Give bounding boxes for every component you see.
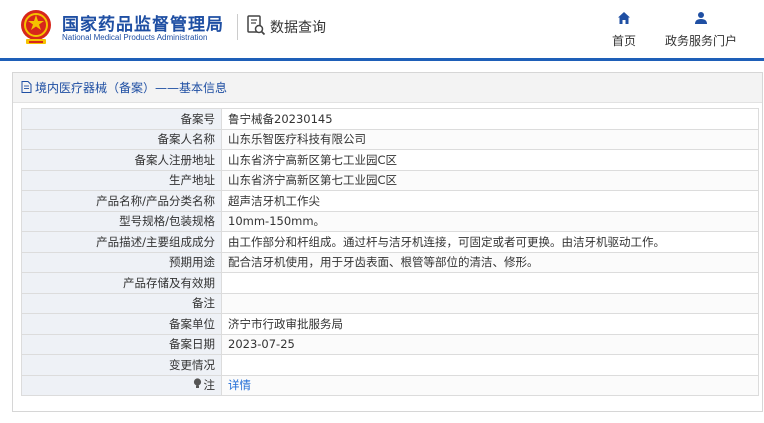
field-label: 生产地址 (21, 169, 222, 191)
record-info-table: 备案号 鲁宁械备20230145 备案人名称 山东乐智医疗科技有限公司 备案人注… (21, 108, 759, 396)
info-bulb-icon (193, 378, 202, 392)
header-divider (237, 14, 238, 40)
table-row: 备案人注册地址 山东省济宁高新区第七工业园C区 (21, 149, 759, 171)
field-label: 型号规格/包装规格 (21, 210, 222, 232)
field-label: 产品存储及有效期 (21, 272, 222, 294)
field-value (221, 272, 759, 294)
note-label-text: 注 (203, 378, 216, 393)
note-row: 注 详情 (21, 374, 759, 396)
field-value: 山东省济宁高新区第七工业园C区 (221, 149, 759, 171)
table-row: 备案单位 济宁市行政审批服务局 (21, 313, 759, 335)
field-value: 山东乐智医疗科技有限公司 (221, 128, 759, 150)
field-value (221, 354, 759, 376)
header-accent-line (0, 58, 764, 61)
field-value (221, 292, 759, 314)
table-row: 生产地址 山东省济宁高新区第七工业园C区 (21, 169, 759, 191)
field-value: 配合洁牙机使用，用于牙齿表面、根管等部位的清洁、修形。 (221, 251, 759, 273)
record-detail-panel: 境内医疗器械（备案）——基本信息 备案号 鲁宁械备20230145 备案人名称 … (12, 72, 763, 412)
table-row: 备案人名称 山东乐智医疗科技有限公司 (21, 128, 759, 150)
field-label: 备案日期 (21, 333, 222, 355)
field-label: 产品描述/主要组成成分 (21, 231, 222, 253)
table-row: 型号规格/包装规格 10mm-150mm。 (21, 210, 759, 232)
note-label-cell: 注 (21, 374, 222, 396)
field-label: 备案单位 (21, 313, 222, 335)
table-row: 备注 (21, 292, 759, 314)
nav-home[interactable]: 首页 (607, 10, 641, 49)
search-document-icon (246, 14, 266, 40)
user-icon (694, 10, 708, 29)
national-emblem-logo (18, 8, 54, 46)
table-row: 备案日期 2023-07-25 (21, 333, 759, 355)
field-label: 预期用途 (21, 251, 222, 273)
details-link[interactable]: 详情 (228, 378, 251, 392)
field-label: 备案号 (21, 108, 222, 130)
site-header: 国家药品监督管理局 National Medical Products Admi… (0, 0, 764, 58)
home-icon (617, 10, 631, 29)
table-row: 变更情况 (21, 354, 759, 376)
table-row: 产品存储及有效期 (21, 272, 759, 294)
field-value: 2023-07-25 (221, 333, 759, 355)
field-value: 由工作部分和杆组成。通过杆与洁牙机连接，可固定或者可更换。由洁牙机驱动工作。 (221, 231, 759, 253)
note-value-cell: 详情 (221, 374, 759, 396)
field-value: 鲁宁械备20230145 (221, 108, 759, 130)
field-label: 变更情况 (21, 354, 222, 376)
field-label: 备案人名称 (21, 128, 222, 150)
document-icon (21, 78, 32, 97)
panel-title: 境内医疗器械（备案）——基本信息 (35, 81, 228, 95)
table-row: 备案号 鲁宁械备20230145 (21, 108, 759, 130)
org-name-cn[interactable]: 国家药品监督管理局 (62, 10, 224, 35)
table-row: 产品名称/产品分类名称 超声洁牙机工作尖 (21, 190, 759, 212)
note-label: 注 (193, 377, 216, 393)
field-label: 备案人注册地址 (21, 149, 222, 171)
field-value: 济宁市行政审批服务局 (221, 313, 759, 335)
field-label: 产品名称/产品分类名称 (21, 190, 222, 212)
nav-home-label: 首页 (611, 34, 636, 48)
table-row: 预期用途 配合洁牙机使用，用于牙齿表面、根管等部位的清洁、修形。 (21, 251, 759, 273)
panel-header: 境内医疗器械（备案）——基本信息 (13, 73, 762, 103)
nav-service-portal-label: 政务服务门户 (664, 34, 737, 48)
data-query-link[interactable]: 数据查询 (246, 14, 326, 40)
field-value: 10mm-150mm。 (221, 210, 759, 232)
data-query-label: 数据查询 (270, 20, 326, 36)
field-label: 备注 (21, 292, 222, 314)
field-value: 超声洁牙机工作尖 (221, 190, 759, 212)
field-value: 山东省济宁高新区第七工业园C区 (221, 169, 759, 191)
nav-service-portal[interactable]: 政务服务门户 (660, 10, 742, 49)
table-row: 产品描述/主要组成成分 由工作部分和杆组成。通过杆与洁牙机连接，可固定或者可更换… (21, 231, 759, 253)
org-name-en[interactable]: National Medical Products Administration (62, 33, 207, 42)
